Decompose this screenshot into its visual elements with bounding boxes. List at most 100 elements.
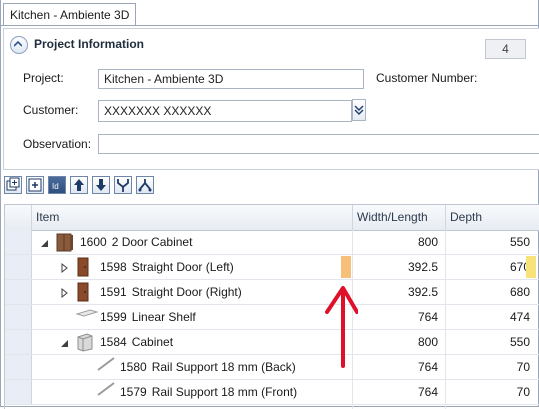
item-label: 1598 Straight Door (Left) <box>100 255 234 279</box>
cabinet-icon <box>56 232 74 255</box>
door-icon <box>76 257 90 280</box>
width-cell[interactable]: 764 <box>353 380 438 404</box>
move-up-button[interactable] <box>70 176 88 194</box>
column-header-item[interactable]: Item <box>32 205 353 230</box>
shelf-icon <box>75 307 99 321</box>
row-selector[interactable] <box>5 305 32 329</box>
item-id: 1580 <box>120 360 147 374</box>
collapse-button[interactable] <box>10 36 28 54</box>
door-icon <box>76 282 90 305</box>
customer-label: Customer: <box>23 103 79 117</box>
expanded-icon[interactable] <box>40 237 49 251</box>
row-selector[interactable] <box>5 280 32 304</box>
project-field[interactable]: Kitchen - Ambiente 3D <box>98 69 364 89</box>
project-info-panel: Project Information Project: Kitchen - A… <box>3 28 539 170</box>
observation-field[interactable] <box>98 134 539 154</box>
customer-number-label: Customer Number: <box>376 71 478 85</box>
add-button[interactable] <box>26 176 44 194</box>
item-name: Rail Support 18 mm (Back) <box>151 360 296 374</box>
customer-dropdown-button[interactable] <box>352 99 366 121</box>
item-label: 1584 Cabinet <box>100 330 173 354</box>
warning-marker <box>526 256 536 278</box>
tab-divider <box>0 25 539 26</box>
split-button[interactable] <box>136 176 154 194</box>
move-down-button[interactable] <box>92 176 110 194</box>
item-id: 1600 <box>80 235 107 249</box>
expand-all-button[interactable] <box>4 176 22 194</box>
project-label: Project: <box>23 71 64 85</box>
depth-cell[interactable]: 70 <box>446 380 530 404</box>
row-selector[interactable] <box>5 255 32 279</box>
merge-icon <box>117 179 129 192</box>
depth-cell[interactable]: 550 <box>446 330 530 354</box>
item-name: Straight Door (Right) <box>131 285 242 299</box>
item-label: 1591 Straight Door (Right) <box>100 280 242 304</box>
header-corner <box>5 205 32 230</box>
item-name: Straight Door (Left) <box>131 260 234 274</box>
item-id: 1579 <box>120 385 147 399</box>
collapsed-icon[interactable] <box>60 287 69 301</box>
column-header-depth[interactable]: Depth <box>446 205 539 230</box>
width-cell[interactable]: 800 <box>353 230 438 254</box>
cabinet-box-icon <box>76 332 94 355</box>
table-row[interactable]: 1584 Cabinet 800 550 <box>5 330 539 355</box>
table-row[interactable]: 1598 Straight Door (Left) 392.5 670 <box>5 255 539 280</box>
expanded-icon[interactable] <box>60 337 69 351</box>
row-selector[interactable] <box>5 230 32 254</box>
item-id: 1584 <box>100 335 127 349</box>
move-up-icon <box>74 179 84 191</box>
width-cell[interactable]: 764 <box>353 305 438 329</box>
item-label: 1580 Rail Support 18 mm (Back) <box>120 355 296 379</box>
item-id: 1599 <box>100 310 127 324</box>
width-cell[interactable]: 392.5 <box>353 280 438 304</box>
move-down-icon <box>96 179 106 191</box>
row-selector[interactable] <box>5 355 32 379</box>
depth-cell[interactable]: 550 <box>446 230 530 254</box>
red-arrow-annotation <box>325 286 358 368</box>
item-id: 1591 <box>100 285 127 299</box>
table-row[interactable]: 1591 Straight Door (Right) 392.5 680 <box>5 280 539 305</box>
observation-label: Observation: <box>23 137 92 151</box>
customer-dropdown[interactable]: XXXXXXX XXXXXX <box>98 100 352 122</box>
item-name: Cabinet <box>131 335 174 349</box>
width-cell[interactable]: 392.5 <box>353 255 438 279</box>
split-icon <box>138 179 152 192</box>
depth-cell[interactable]: 670 <box>446 255 530 279</box>
width-cell[interactable]: 764 <box>353 355 438 379</box>
chevron-down-icon <box>354 105 364 116</box>
row-selector[interactable] <box>5 330 32 354</box>
table-row[interactable]: 1599 Linear Shelf 764 474 <box>5 305 539 330</box>
item-name: Linear Shelf <box>131 310 196 324</box>
item-name: Rail Support 18 mm (Front) <box>151 385 298 399</box>
depth-cell[interactable]: 474 <box>446 305 530 329</box>
width-cell[interactable]: 800 <box>353 330 438 354</box>
add-icon <box>28 178 42 192</box>
svg-text:Id: Id <box>52 182 59 191</box>
depth-cell[interactable]: 680 <box>446 280 530 304</box>
item-label: 1579 Rail Support 18 mm (Front) <box>120 380 297 404</box>
column-header-width[interactable]: Width/Length <box>353 205 446 230</box>
tab-kitchen[interactable]: Kitchen - Ambiente 3D <box>3 3 137 26</box>
depth-cell[interactable]: 70 <box>446 355 530 379</box>
id-button[interactable]: Id <box>48 176 66 194</box>
collapsed-icon[interactable] <box>60 262 69 276</box>
item-label: 1599 Linear Shelf <box>100 305 196 329</box>
item-name: 2 Door Cabinet <box>111 235 193 249</box>
warning-marker <box>341 256 351 278</box>
table-row[interactable]: 1579 Rail Support 18 mm (Front) 764 70 <box>5 380 539 405</box>
id-icon: Id <box>52 182 59 191</box>
expand-all-icon <box>6 177 20 191</box>
item-label: 1600 2 Door Cabinet <box>80 230 192 254</box>
table-row[interactable]: 1580 Rail Support 18 mm (Back) 764 70 <box>5 355 539 380</box>
chevron-up-icon <box>14 41 22 47</box>
items-grid: Item Width/Length Depth 1600 2 Door Cabin… <box>4 204 539 409</box>
column-divider <box>445 230 446 409</box>
customer-number-field: 4 <box>485 39 526 59</box>
table-row[interactable]: 1600 2 Door Cabinet 800 550 <box>5 230 539 255</box>
grid-header: Item Width/Length Depth <box>5 205 539 231</box>
item-id: 1598 <box>100 260 127 274</box>
rail-icon <box>96 382 116 399</box>
merge-button[interactable] <box>114 176 132 194</box>
row-selector[interactable] <box>5 380 32 404</box>
panel-title: Project Information <box>34 37 145 51</box>
